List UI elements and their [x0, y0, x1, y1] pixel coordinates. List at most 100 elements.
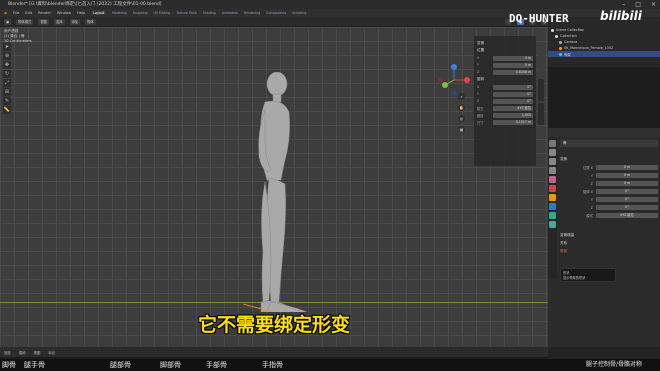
menu-edit[interactable]: Edit: [25, 11, 32, 15]
window-controls: – □ ×: [622, 0, 656, 9]
workspace-tab-texture[interactable]: Texture Paint: [176, 11, 197, 15]
npanel-row: Z 0.8406 m: [477, 69, 533, 75]
minimize-icon[interactable]: –: [622, 0, 625, 9]
npanel-tab-view[interactable]: [538, 103, 544, 125]
select-tool-icon[interactable]: ➤: [3, 43, 11, 51]
npanel-tab-item[interactable]: [538, 55, 544, 77]
zoom-icon[interactable]: ⌕: [458, 93, 465, 100]
npanel-row-label: Z: [477, 99, 480, 103]
workspace-tab-animation[interactable]: Animation: [222, 11, 238, 15]
section-transform-delta[interactable]: 变换增量: [560, 233, 658, 238]
tool-tab-icon[interactable]: [549, 140, 556, 147]
npanel-row-field[interactable]: 0 m: [493, 62, 533, 68]
bone-name-field[interactable]: 骨: [560, 140, 658, 147]
workspace-tab-scripting[interactable]: Scripting: [292, 11, 306, 15]
section-relations[interactable]: 关系: [560, 241, 658, 246]
outliner-row-label: Collection: [560, 34, 577, 38]
npanel-row-field[interactable]: 0.1017 m: [493, 119, 533, 125]
transform-tool-icon[interactable]: ⊞: [3, 88, 11, 96]
bone-tab-icon[interactable]: [549, 221, 556, 228]
option-armature[interactable]: 骨架: [560, 249, 658, 254]
npanel-rotation-label: 旋转: [477, 77, 485, 81]
workspace-tab-rendering[interactable]: Rendering: [244, 11, 260, 15]
npanel-row-field[interactable]: XYZ 欧拉: [493, 105, 533, 111]
modifier-tab-icon[interactable]: [549, 203, 556, 210]
npanel-row-field[interactable]: 0°: [493, 84, 533, 90]
menu-window[interactable]: Window: [57, 11, 71, 15]
properties-content: 骨 变换 位置 X0 m Y0 m Z0 m 旋转 X 0° Y 0° Z 0° 模式…: [560, 132, 658, 347]
menu-view[interactable]: 视图: [38, 18, 49, 25]
npanel-row-field[interactable]: 0 m: [493, 55, 533, 61]
view-layer-tab-icon[interactable]: [549, 167, 556, 174]
prop-row: 旋转 X 0°: [560, 188, 658, 195]
close-icon[interactable]: ×: [651, 0, 656, 9]
maximize-icon[interactable]: □: [635, 0, 641, 9]
outliner-row[interactable]: 骨架: [548, 51, 660, 57]
workspace-tab-uv[interactable]: UV Editing: [154, 11, 171, 15]
collection-icon: [551, 28, 554, 32]
annotate-tool-icon[interactable]: ✎: [3, 97, 11, 105]
workspace-tab-sculpting[interactable]: Sculpting: [133, 11, 148, 15]
prop-field[interactable]: 0°: [596, 205, 658, 210]
npanel-row-label: X: [477, 85, 480, 89]
menu-render[interactable]: Render: [38, 11, 51, 15]
outliner-row-label: 骨架: [564, 52, 571, 57]
prop-field[interactable]: 0 m: [596, 173, 658, 178]
scene-tab-icon[interactable]: [549, 176, 556, 183]
npanel-location-label: 位置: [477, 48, 485, 52]
npanel-row-field[interactable]: 0.8406 m: [493, 69, 533, 75]
prop-field[interactable]: XYZ 欧拉: [596, 213, 658, 218]
render-tab-icon[interactable]: [549, 149, 556, 156]
menu-object[interactable]: 物体: [85, 18, 96, 25]
cursor-tool-icon[interactable]: ⊕: [3, 52, 11, 60]
ortho-toggle-icon[interactable]: ▦: [458, 126, 465, 133]
pan-icon[interactable]: ✋: [458, 104, 465, 111]
menu-select[interactable]: 选择: [53, 18, 65, 25]
outliner-row-label: Scene Collection: [556, 28, 585, 32]
npanel-row-field[interactable]: 0°: [493, 91, 533, 97]
prop-field[interactable]: 0 m: [596, 165, 658, 170]
workspace-tab-layout[interactable]: Layout: [91, 11, 107, 15]
mannequin-model[interactable]: [235, 72, 355, 312]
collection-icon: [555, 34, 558, 38]
output-tab-icon[interactable]: [549, 158, 556, 165]
caption-label: 手指骨: [262, 361, 283, 369]
prop-field[interactable]: 0°: [596, 197, 658, 202]
npanel-row: 尺寸 0.1017 m: [477, 119, 533, 125]
section-transform[interactable]: 变换: [560, 157, 658, 162]
navigation-gizmo[interactable]: [437, 63, 471, 97]
3d-viewport[interactable]: 用户透视 (1) 集合 | 骨 10 Centimeters ➤ ⊕ ✥ ↻ ⤢…: [0, 27, 548, 347]
menu-help[interactable]: Help: [77, 11, 85, 15]
move-tool-icon[interactable]: ✥: [3, 61, 11, 69]
npanel-section-transform[interactable]: 变换: [477, 41, 533, 46]
blender-logo-icon[interactable]: ◉: [4, 11, 7, 15]
prop-row: 位置 X0 m: [560, 164, 658, 171]
measure-tool-icon[interactable]: 📏: [3, 106, 11, 114]
scale-tool-icon[interactable]: ⤢: [3, 79, 11, 87]
workspace-tab-compositing[interactable]: Compositing: [266, 11, 286, 15]
npanel-row-field[interactable]: 1.000: [493, 112, 533, 118]
npanel-row-field[interactable]: 0°: [493, 98, 533, 104]
workspace-tab-modeling[interactable]: Modeling: [112, 11, 127, 15]
bilibili-logo: bilibili: [600, 9, 642, 23]
menu-add[interactable]: 添加: [69, 18, 81, 25]
timeline-view[interactable]: 视图: [34, 350, 41, 355]
mode-dropdown[interactable]: 物体模式: [16, 18, 34, 25]
editor-type-icon[interactable]: ▣: [4, 18, 12, 25]
physics-tab-icon[interactable]: [549, 212, 556, 219]
object-tab-icon[interactable]: [549, 194, 556, 201]
workspace-tab-shading[interactable]: Shading: [203, 11, 216, 15]
camera-view-icon[interactable]: ◎: [458, 115, 465, 122]
timeline-keying[interactable]: 插帧: [19, 350, 26, 355]
caption-label: 脚骨: [2, 361, 16, 369]
timeline-playback[interactable]: 回放: [4, 350, 11, 355]
prop-field[interactable]: 0 m: [596, 181, 658, 186]
menu-file[interactable]: File: [13, 11, 19, 15]
rotate-tool-icon[interactable]: ↻: [3, 70, 11, 78]
prop-row: Z0 m: [560, 180, 658, 187]
world-tab-icon[interactable]: [549, 185, 556, 192]
prop-field[interactable]: 0°: [596, 189, 658, 194]
timeline-marker[interactable]: 标记: [48, 350, 55, 355]
npanel-tab-tool[interactable]: [538, 79, 544, 101]
npanel-row: Y 0°: [477, 91, 533, 97]
